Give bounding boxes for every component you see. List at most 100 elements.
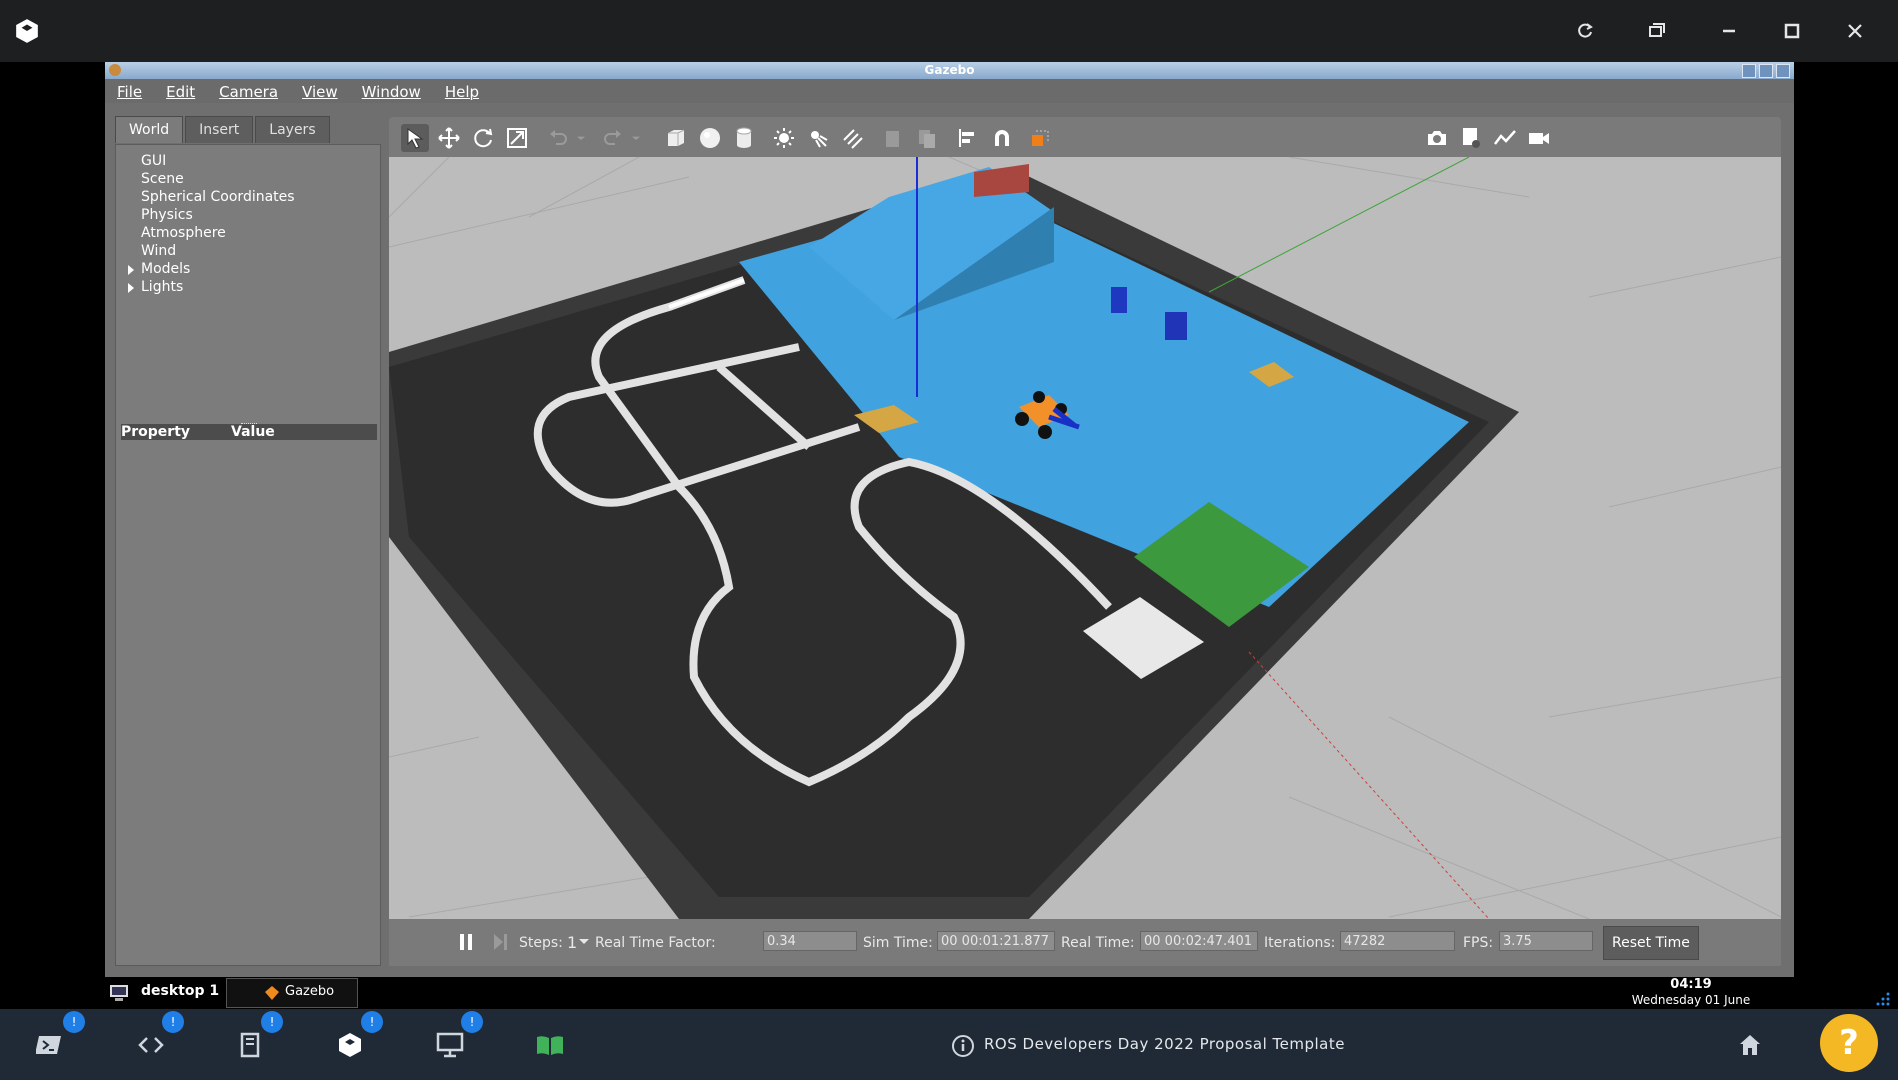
property-column-label: Property [121,424,191,440]
step-forward-icon[interactable] [491,932,509,952]
select-mode-icon[interactable] [401,124,429,152]
reload-icon[interactable] [1565,14,1605,48]
gazebo-task-icon [265,986,279,1000]
menu-edit[interactable]: Edit [154,79,207,103]
tree-item-physics[interactable]: Physics [141,207,193,223]
view-angle-icon[interactable] [1026,124,1054,152]
world-panel: GUI Scene Spherical Coordinates Physics … [115,144,381,966]
desktop-switcher-icon[interactable] [109,984,131,1002]
app-top-bar [0,0,1898,62]
sphere-shape-icon[interactable] [696,124,724,152]
iterations-label: Iterations: [1264,935,1336,951]
clock-date: Wednesday 01 June [1631,993,1751,1007]
cylinder-shape-icon[interactable] [730,124,758,152]
tree-item-models[interactable]: Models [141,261,190,277]
blue-cylinder-model [1111,287,1127,313]
scene-render [389,157,1781,919]
window-title: Gazebo [924,63,975,77]
notebook-badge: ! [261,1011,283,1033]
gazebo-window: Gazebo File Edit Camera View Window Help… [105,62,1794,977]
expand-lights-icon[interactable] [128,283,134,293]
rotate-mode-icon[interactable] [469,124,497,152]
expand-models-icon[interactable] [128,265,134,275]
terminal-badge: ! [63,1011,85,1033]
resize-grip-icon[interactable] [1873,991,1891,1007]
box-shape-icon[interactable] [662,124,690,152]
window-maximize-icon[interactable] [1759,64,1773,78]
tree-item-gui[interactable]: GUI [141,153,166,169]
window-titlebar[interactable]: Gazebo [105,62,1794,79]
snap-magnet-icon[interactable] [988,124,1016,152]
redo-history-chevron-icon[interactable] [628,124,644,152]
code-editor-icon[interactable] [135,1029,167,1061]
fps-label: FPS: [1463,935,1494,951]
gazebo-dock-icon[interactable] [334,1029,366,1061]
tree-item-wind[interactable]: Wind [141,243,176,259]
steps-dropdown-icon[interactable] [579,939,589,944]
copy-icon[interactable] [879,124,907,152]
real-time-factor-label: Real Time Factor: [595,935,716,951]
pause-icon[interactable] [457,932,475,952]
tree-item-lights[interactable]: Lights [141,279,183,295]
tree-item-spherical-coordinates[interactable]: Spherical Coordinates [141,189,295,205]
tab-insert[interactable]: Insert [185,116,254,143]
menu-window[interactable]: Window [350,79,433,103]
scale-mode-icon[interactable] [503,124,531,152]
simulation-control-bar: Steps: 1 Real Time Factor: 0.34 Sim Time… [389,919,1781,966]
reset-time-button[interactable]: Reset Time [1603,926,1699,960]
open-book-icon[interactable] [534,1029,566,1061]
desktop-taskbar: desktop 1 Gazebo 04:19 Wednesday 01 June [105,977,1890,1009]
home-icon[interactable] [1734,1029,1766,1061]
tab-layers[interactable]: Layers [255,116,330,143]
minimize-icon[interactable] [1709,14,1749,48]
restore-window-icon[interactable] [1637,14,1677,48]
menu-bar: File Edit Camera View Window Help [105,79,1794,103]
desktop-badge: ! [461,1011,483,1033]
directional-light-icon[interactable] [838,124,866,152]
video-record-icon[interactable] [1525,124,1553,152]
iterations-field: 47282 [1340,931,1455,951]
desktop-label[interactable]: desktop 1 [141,983,219,999]
menu-file[interactable]: File [105,79,154,103]
property-header: Property Value [121,424,377,440]
menu-camera[interactable]: Camera [207,79,290,103]
left-panel-tabs: World Insert Layers [115,116,332,143]
screenshot-camera-icon[interactable] [1423,124,1451,152]
tree-item-atmosphere[interactable]: Atmosphere [141,225,226,241]
bottom-dock: ! ! ! ! ! ROS Developers Day 2022 Propos… [0,1009,1898,1080]
terminal-icon[interactable] [34,1029,66,1061]
log-record-icon[interactable] [1457,124,1485,152]
undo-icon[interactable] [544,124,572,152]
steps-value[interactable]: 1 [567,933,577,952]
gazebo-badge: ! [361,1011,383,1033]
align-icon[interactable] [954,124,982,152]
undo-history-chevron-icon[interactable] [573,124,589,152]
tab-world[interactable]: World [115,116,184,143]
window-close-icon[interactable] [1776,64,1790,78]
translate-mode-icon[interactable] [435,124,463,152]
close-icon[interactable] [1835,14,1875,48]
blue-box-model [1165,312,1187,340]
notebook-icon[interactable] [234,1029,266,1061]
real-time-factor-field: 0.34 [763,931,857,951]
paste-icon[interactable] [913,124,941,152]
project-title: ROS Developers Day 2022 Proposal Templat… [984,1035,1345,1053]
taskbar-gazebo-item[interactable]: Gazebo [226,978,358,1008]
redo-icon[interactable] [599,124,627,152]
gazebo-app-icon [109,64,121,76]
maximize-icon[interactable] [1772,14,1812,48]
spot-light-icon[interactable] [804,124,832,152]
tree-item-scene[interactable]: Scene [141,171,184,187]
menu-view[interactable]: View [290,79,350,103]
point-light-icon[interactable] [770,124,798,152]
real-time-label: Real Time: [1061,935,1135,951]
menu-help[interactable]: Help [433,79,491,103]
desktop-monitor-icon[interactable] [434,1029,466,1061]
3d-viewport[interactable] [389,157,1781,919]
plot-chart-icon[interactable] [1491,124,1519,152]
window-minimize-icon[interactable] [1742,64,1756,78]
value-column-label: Value [231,424,275,440]
help-button[interactable]: ? [1820,1014,1878,1072]
info-icon [952,1035,974,1057]
window-controls [1742,64,1790,78]
